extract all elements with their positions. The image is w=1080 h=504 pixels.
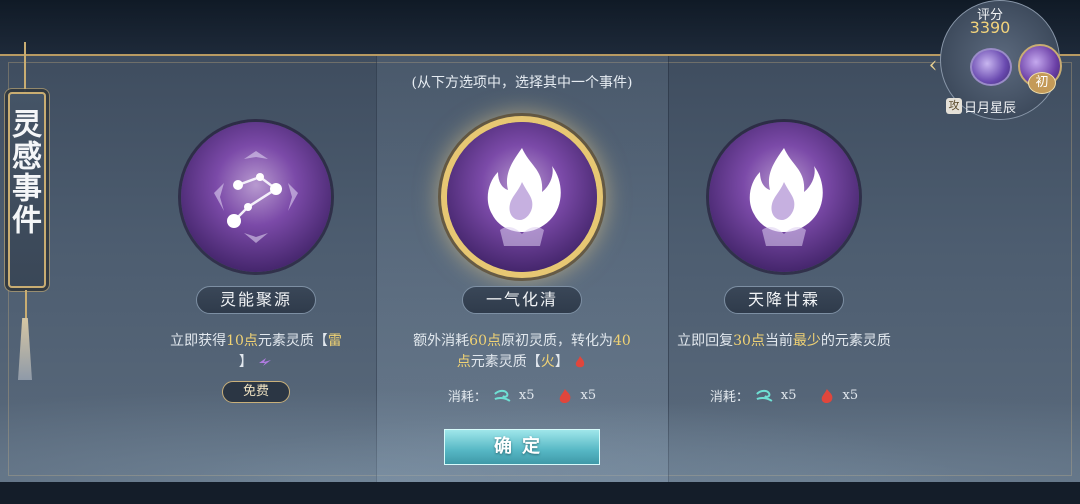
wind-icon xyxy=(756,389,773,402)
bottom-backdrop xyxy=(0,482,1080,504)
artifact-gem-icon[interactable] xyxy=(970,48,1012,86)
option-description-1: 立即获得10点元素灵质【雷】 xyxy=(170,333,342,370)
option-description-2: 额外消耗60点原初灵质，转化为40点元素灵质【火】 xyxy=(413,333,631,370)
event-banner: 灵感事件 xyxy=(6,92,46,288)
cost-label: 消耗： xyxy=(447,390,487,405)
skill-type-tag: 攻 xyxy=(946,98,962,114)
option-title-3: 天降甘霖 xyxy=(724,286,844,314)
option-orb-2[interactable] xyxy=(447,122,597,272)
event-panel: 灵能聚源 立即获得10点元素灵质【雷】 免费 一气化清 额外消耗60点原初灵质，… xyxy=(0,54,1080,486)
confirm-button[interactable]: 确定 xyxy=(444,429,600,465)
flame-hand-icon xyxy=(487,148,561,246)
wind-icon xyxy=(494,389,511,402)
option-title-2: 一气化清 xyxy=(462,286,582,314)
option-title-1: 灵能聚源 xyxy=(196,286,316,314)
fire-icon xyxy=(576,356,585,368)
option-card-3[interactable]: 天降甘霖 立即回复30点当前最少的元素灵质 消耗： x5 x5 xyxy=(638,56,930,486)
cost-row-2: 消耗： x5 x5 xyxy=(448,386,596,405)
character-rank-badge: 初 xyxy=(1028,72,1056,94)
fire-icon xyxy=(559,388,571,403)
instruction-text: (从下方选项中，选择其中一个事件) xyxy=(411,75,633,91)
skill-name: 日月星辰 xyxy=(964,101,1017,116)
thunder-icon xyxy=(259,358,272,366)
chevron-left-icon[interactable]: ‹ xyxy=(922,54,944,80)
option-orb-3[interactable] xyxy=(709,122,859,272)
banner-title: 灵感事件 xyxy=(6,108,41,236)
option-card-2[interactable]: 一气化清 额外消耗60点原初灵质，转化为40点元素灵质【火】 消耗： x5 x5… xyxy=(376,56,668,486)
cost-amount: x5 xyxy=(842,388,859,403)
free-badge: 免费 xyxy=(222,381,290,403)
banner-rope xyxy=(24,42,26,92)
cost-row-3: 消耗： x5 x5 xyxy=(710,386,858,405)
tassel-cord xyxy=(25,290,27,320)
cost-amount: x5 xyxy=(780,388,797,403)
constellation-icon xyxy=(214,151,298,243)
option-description-3: 立即回复30点当前最少的元素灵质 xyxy=(677,333,891,349)
cost-amount: x5 xyxy=(580,388,597,403)
cost-amount: x5 xyxy=(518,388,535,403)
flame-hand-icon xyxy=(749,148,823,246)
score-value: 3390 xyxy=(969,18,1011,37)
option-orb-1[interactable] xyxy=(181,122,331,272)
fire-icon xyxy=(821,388,833,403)
top-backdrop xyxy=(0,0,1080,56)
option-card-1[interactable]: 灵能聚源 立即获得10点元素灵质【雷】 免费 xyxy=(110,56,402,486)
cost-label: 消耗： xyxy=(709,390,749,405)
